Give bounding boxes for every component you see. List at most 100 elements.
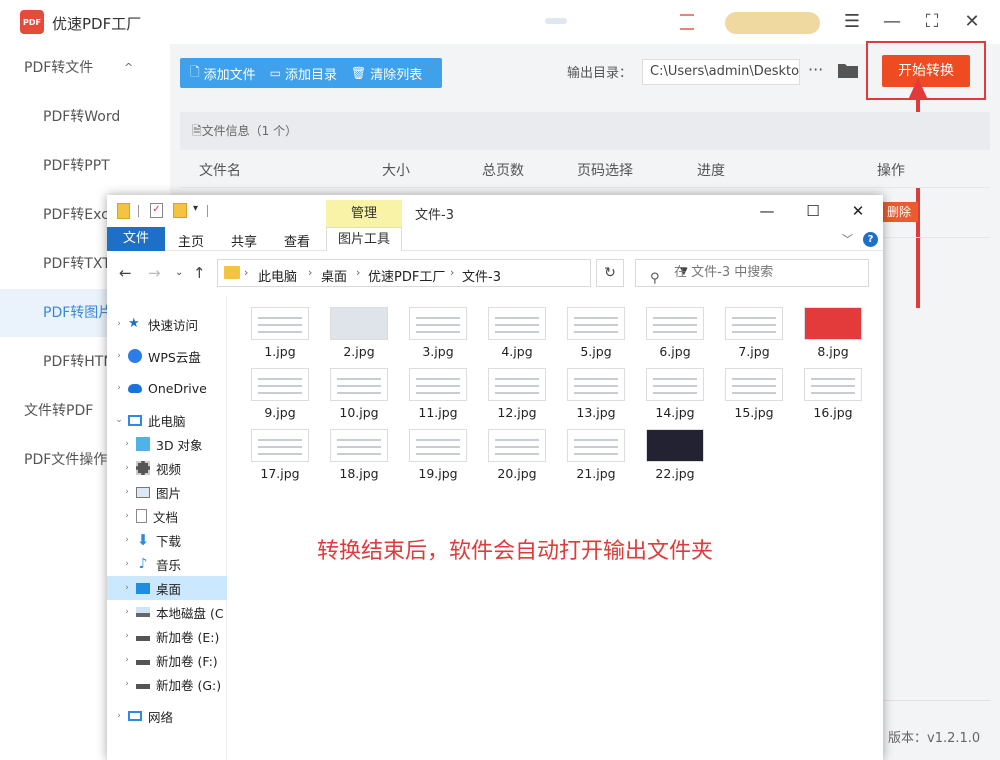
thumbnail-line	[574, 317, 618, 319]
nav-item-downloads[interactable]: › ⬇ 下载	[107, 528, 227, 552]
chevron-right-icon[interactable]: ›	[122, 655, 132, 665]
chevron-right-icon[interactable]: ›	[122, 679, 132, 689]
refresh-icon[interactable]: ↻	[596, 259, 624, 287]
explorer-close-icon[interactable]: ✕	[844, 200, 872, 222]
nav-item-videos[interactable]: › 视频	[107, 456, 227, 480]
clear-list-button[interactable]: 🗑 清除列表	[351, 64, 422, 83]
new-folder-icon[interactable]	[173, 203, 187, 218]
file-item[interactable]: 12.jpg	[478, 368, 556, 420]
chevron-right-icon[interactable]: ›	[122, 511, 132, 521]
menu-icon[interactable]: ☰	[839, 9, 865, 35]
nav-item-pictures[interactable]: › 图片	[107, 480, 227, 504]
file-item[interactable]: 6.jpg	[636, 307, 714, 359]
chevron-right-icon[interactable]: ›	[114, 711, 124, 721]
nav-item-documents[interactable]: › 文档	[107, 504, 227, 528]
ribbon-tab-picture-tools[interactable]: 图片工具	[326, 227, 402, 251]
search-input[interactable]: ⚲ 在 文件-3 中搜索	[635, 259, 869, 287]
nav-item-wps-cloud[interactable]: › WPS云盘	[107, 344, 227, 368]
ribbon-tab-home[interactable]: 主页	[178, 231, 204, 250]
help-icon[interactable]: ?	[863, 232, 878, 247]
nav-item-desktop[interactable]: › 桌面	[107, 576, 227, 600]
more-options-icon[interactable]: ···	[808, 60, 823, 79]
properties-icon[interactable]: ✓	[150, 203, 163, 218]
chevron-right-icon[interactable]: ›	[122, 439, 132, 449]
back-arrow-icon[interactable]: ←	[119, 264, 132, 282]
ribbon-tab-share[interactable]: 共享	[231, 231, 257, 250]
nav-item-this-pc[interactable]: ⌄ 此电脑	[107, 408, 227, 432]
file-item[interactable]: 10.jpg	[320, 368, 398, 420]
file-item[interactable]: 7.jpg	[715, 307, 793, 359]
recent-dropdown-icon[interactable]: ⌄	[175, 267, 183, 278]
file-item[interactable]: 20.jpg	[478, 429, 556, 481]
chevron-right-icon[interactable]: ›	[122, 463, 132, 473]
nav-item-quick-access[interactable]: › ★ 快速访问	[107, 312, 227, 336]
file-item[interactable]: 1.jpg	[241, 307, 319, 359]
chevron-right-icon[interactable]: ›	[114, 383, 124, 393]
chevron-right-icon[interactable]: ›	[122, 487, 132, 497]
file-item[interactable]: 2.jpg	[320, 307, 398, 359]
file-item[interactable]: 14.jpg	[636, 368, 714, 420]
nav-item-onedrive[interactable]: › OneDrive	[107, 376, 227, 400]
breadcrumb-app-folder[interactable]: 优速PDF工厂	[368, 266, 445, 285]
explorer-minimize-icon[interactable]: —	[753, 200, 781, 222]
close-icon[interactable]: ✕	[959, 9, 985, 35]
ribbon-tab-view[interactable]: 查看	[284, 231, 310, 250]
file-item[interactable]: 16.jpg	[794, 368, 872, 420]
file-item[interactable]: 9.jpg	[241, 368, 319, 420]
chevron-right-icon[interactable]: ›	[122, 535, 132, 545]
tab-manage[interactable]: 管理	[326, 200, 402, 227]
nav-item-network[interactable]: › 网络	[107, 704, 227, 728]
add-file-button[interactable]: 🗋 添加文件	[190, 63, 256, 84]
sidebar-item-pdf-to-file[interactable]: PDF转文件 ^	[0, 44, 170, 92]
nav-item-music[interactable]: › ♪ 音乐	[107, 552, 227, 576]
nav-item-volume-e[interactable]: › 新加卷 (E:)	[107, 624, 227, 648]
file-item[interactable]: 18.jpg	[320, 429, 398, 481]
sidebar-item-pdf-to-word[interactable]: PDF转Word	[0, 93, 170, 141]
nav-item-3d-objects[interactable]: › 3D 对象	[107, 432, 227, 456]
collapse-chevron-icon[interactable]: ^	[124, 44, 133, 92]
maximize-icon[interactable]: ⛶	[919, 9, 945, 35]
file-item[interactable]: 15.jpg	[715, 368, 793, 420]
chevron-right-icon[interactable]: ›	[122, 607, 132, 617]
minimize-icon[interactable]: —	[879, 9, 905, 35]
nav-item-local-disk-c[interactable]: › 本地磁盘 (C	[107, 600, 227, 624]
file-item[interactable]: 19.jpg	[399, 429, 477, 481]
quick-folder-icon[interactable]	[117, 203, 130, 219]
chevron-right-icon[interactable]: ›	[122, 583, 132, 593]
ribbon-tab-file[interactable]: 文件	[107, 227, 165, 251]
address-input[interactable]: › 此电脑 › 桌面 › 优速PDF工厂 › 文件-3 ▼	[217, 259, 688, 287]
file-item[interactable]: 21.jpg	[557, 429, 635, 481]
thumbnail-line	[416, 324, 460, 326]
chevron-right-icon[interactable]: ›	[114, 351, 124, 361]
chevron-right-icon[interactable]: ›	[122, 559, 132, 569]
breadcrumb-current-folder[interactable]: 文件-3	[462, 266, 501, 285]
chevron-right-icon[interactable]: ›	[114, 319, 124, 329]
breadcrumb-desktop[interactable]: 桌面	[321, 266, 347, 285]
delete-button[interactable]: 删除	[880, 202, 918, 222]
explorer-maximize-icon[interactable]: ☐	[799, 200, 827, 222]
file-item[interactable]: 22.jpg	[636, 429, 714, 481]
file-item[interactable]: 8.jpg	[794, 307, 872, 359]
chevron-right-icon[interactable]: ›	[122, 631, 132, 641]
open-folder-icon[interactable]	[837, 61, 859, 79]
file-item[interactable]: 17.jpg	[241, 429, 319, 481]
file-item[interactable]: 13.jpg	[557, 368, 635, 420]
forward-arrow-icon[interactable]: →	[148, 264, 161, 282]
thumbnail-line	[495, 385, 539, 387]
file-item[interactable]: 11.jpg	[399, 368, 477, 420]
chevron-down-icon[interactable]: ⌄	[114, 415, 124, 425]
output-dir-input[interactable]: C:\Users\admin\Deskto	[642, 59, 800, 85]
file-item[interactable]: 5.jpg	[557, 307, 635, 359]
ribbon-expand-chevron-icon[interactable]: ﹀	[842, 231, 853, 247]
breadcrumb-this-pc[interactable]: 此电脑	[258, 266, 297, 285]
nav-item-volume-f[interactable]: › 新加卷 (F:)	[107, 648, 227, 672]
file-item[interactable]: 3.jpg	[399, 307, 477, 359]
image-thumbnail	[804, 368, 862, 401]
add-directory-button[interactable]: ▭ 添加目录	[270, 64, 337, 83]
file-item[interactable]: 4.jpg	[478, 307, 556, 359]
vip-badge[interactable]	[725, 12, 820, 34]
up-arrow-icon[interactable]: ↑	[193, 264, 206, 282]
sidebar-item-pdf-to-ppt[interactable]: PDF转PPT	[0, 142, 170, 190]
nav-item-volume-g[interactable]: › 新加卷 (G:)	[107, 672, 227, 696]
quick-access-dropdown-icon[interactable]: ▾	[193, 203, 207, 217]
